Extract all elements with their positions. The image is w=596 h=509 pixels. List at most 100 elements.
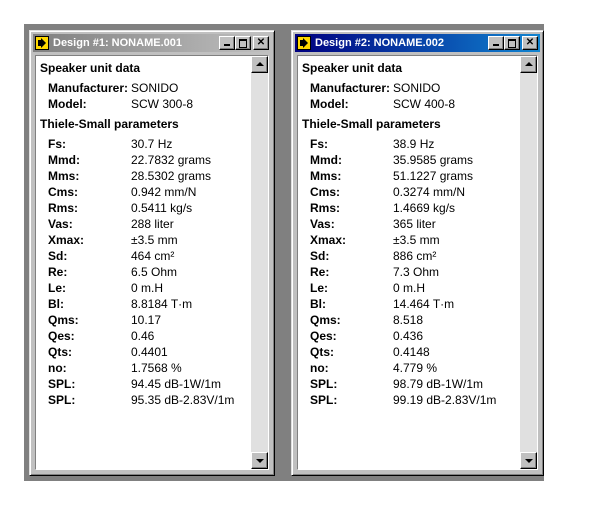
param-label: Bl: [48,297,64,311]
manufacturer-value: SONIDO [131,81,179,95]
param-row: Le: 0 m.H [302,280,515,296]
model-value: SCW 400-8 [393,97,456,111]
param-label: Sd: [310,249,330,263]
param-row: Fs: 38.9 Hz [302,136,515,152]
param-label: Xmax: [310,233,347,247]
speaker-data-panel: Speaker unit data Manufacturer: SONIDO M… [36,56,250,469]
manufacturer-value: SONIDO [393,81,441,95]
param-value: 1.7568 % [131,361,182,375]
param-row: SPL: 95.35 dB-2.83V/1m [40,392,246,408]
design-window-2[interactable]: Design #2: NONAME.002 ✕ Speaker unit dat… [291,30,544,476]
param-row: SPL: 98.79 dB-1W/1m [302,376,515,392]
param-label: Re: [310,265,330,279]
close-button[interactable]: ✕ [522,36,538,50]
param-value: 98.79 dB-1W/1m [393,377,484,391]
vertical-scrollbar[interactable] [520,56,537,469]
param-value: 0 m.H [393,281,426,295]
param-row: Bl: 14.464 T·m [302,296,515,312]
param-value: 8.8184 T·m [131,297,193,311]
param-label: Fs: [310,137,328,151]
param-value: 0.3274 mm/N [393,185,466,199]
param-value: ±3.5 mm [393,233,440,247]
maximize-button[interactable] [504,36,520,50]
scroll-down-button[interactable] [520,452,537,469]
param-row: Le: 0 m.H [40,280,246,296]
minimize-button[interactable] [488,36,504,50]
param-label: Fs: [48,137,66,151]
param-value: 14.464 T·m [393,297,455,311]
param-label: Bl: [310,297,326,311]
window-content: Speaker unit data Manufacturer: SONIDO M… [35,55,269,470]
param-value: 95.35 dB-2.83V/1m [131,393,235,407]
param-label: no: [310,361,329,375]
param-value: 7.3 Ohm [393,265,440,279]
param-row: Cms: 0.3274 mm/N [302,184,515,200]
param-label: Qts: [48,345,72,359]
param-row: Cms: 0.942 mm/N [40,184,246,200]
params-list: Fs: 38.9 Hz Mmd: 35.9585 grams Mms: 51.1227 g… [302,136,515,408]
param-value: 0.942 mm/N [131,185,197,199]
manufacturer-label: Manufacturer: [310,81,391,95]
model-label: Model: [48,97,87,111]
param-label: Vas: [310,217,335,231]
scroll-down-button[interactable] [251,452,268,469]
params-list: Fs: 30.7 Hz Mmd: 22.7832 grams Mms: 28.5302 g… [40,136,246,408]
param-row: Re: 6.5 Ohm [40,264,246,280]
manufacturer-label: Manufacturer: [48,81,129,95]
param-row: Fs: 30.7 Hz [40,136,246,152]
title-bar[interactable]: Design #1: NONAME.001 ✕ [33,34,271,52]
model-value: SCW 300-8 [131,97,194,111]
scroll-up-button[interactable] [251,56,268,73]
section-heading-thiele-small: Thiele-Small parameters [302,117,441,131]
param-row: Re: 7.3 Ohm [302,264,515,280]
minimize-button[interactable] [219,36,235,50]
param-value: 1.4669 kg/s [393,201,456,215]
param-row: Vas: 365 liter [302,216,515,232]
param-value: ±3.5 mm [131,233,178,247]
param-label: Qms: [310,313,341,327]
param-label: Qts: [310,345,334,359]
param-value: 6.5 Ohm [131,265,178,279]
close-icon: ✕ [256,37,266,48]
param-value: 94.45 dB-1W/1m [131,377,222,391]
scroll-up-button[interactable] [520,56,537,73]
param-row: Mmd: 35.9585 grams [302,152,515,168]
speaker-icon[interactable] [297,36,311,50]
param-value: 99.19 dB-2.83V/1m [393,393,497,407]
param-label: Rms: [48,201,79,215]
param-row: Qms: 10.17 [40,312,246,328]
param-row: Qms: 8.518 [302,312,515,328]
param-label: Mms: [310,169,342,183]
param-value: 51.1227 grams [393,169,474,183]
param-label: Rms: [310,201,341,215]
model-row: Model: SCW 400-8 [302,96,515,112]
param-value: 288 liter [131,217,174,231]
window-title: Design #2: NONAME.002 [315,37,444,49]
param-value: 8.518 [393,313,424,327]
design-window-1[interactable]: Design #1: NONAME.001 ✕ Speaker unit dat… [29,30,275,476]
param-label: Mmd: [48,153,80,167]
param-row: no: 1.7568 % [40,360,246,376]
vertical-scrollbar[interactable] [251,56,268,469]
param-value: 30.7 Hz [131,137,173,151]
param-row: Xmax: ±3.5 mm [302,232,515,248]
param-row: Qes: 0.436 [302,328,515,344]
param-label: Cms: [310,185,341,199]
param-label: Qes: [310,329,337,343]
speaker-icon[interactable] [35,36,49,50]
param-row: Mmd: 22.7832 grams [40,152,246,168]
param-label: Re: [48,265,68,279]
param-value: 35.9585 grams [393,153,474,167]
title-bar[interactable]: Design #2: NONAME.002 ✕ [295,34,540,52]
param-value: 4.779 % [393,361,438,375]
param-label: Le: [48,281,66,295]
section-heading-speaker: Speaker unit data [302,61,403,75]
window-content: Speaker unit data Manufacturer: SONIDO M… [297,55,538,470]
close-button[interactable]: ✕ [253,36,269,50]
param-value: 0.436 [393,329,424,343]
manufacturer-row: Manufacturer: SONIDO [40,80,246,96]
maximize-button[interactable] [235,36,251,50]
param-value: 22.7832 grams [131,153,212,167]
param-label: Vas: [48,217,73,231]
param-label: SPL: [48,377,76,391]
